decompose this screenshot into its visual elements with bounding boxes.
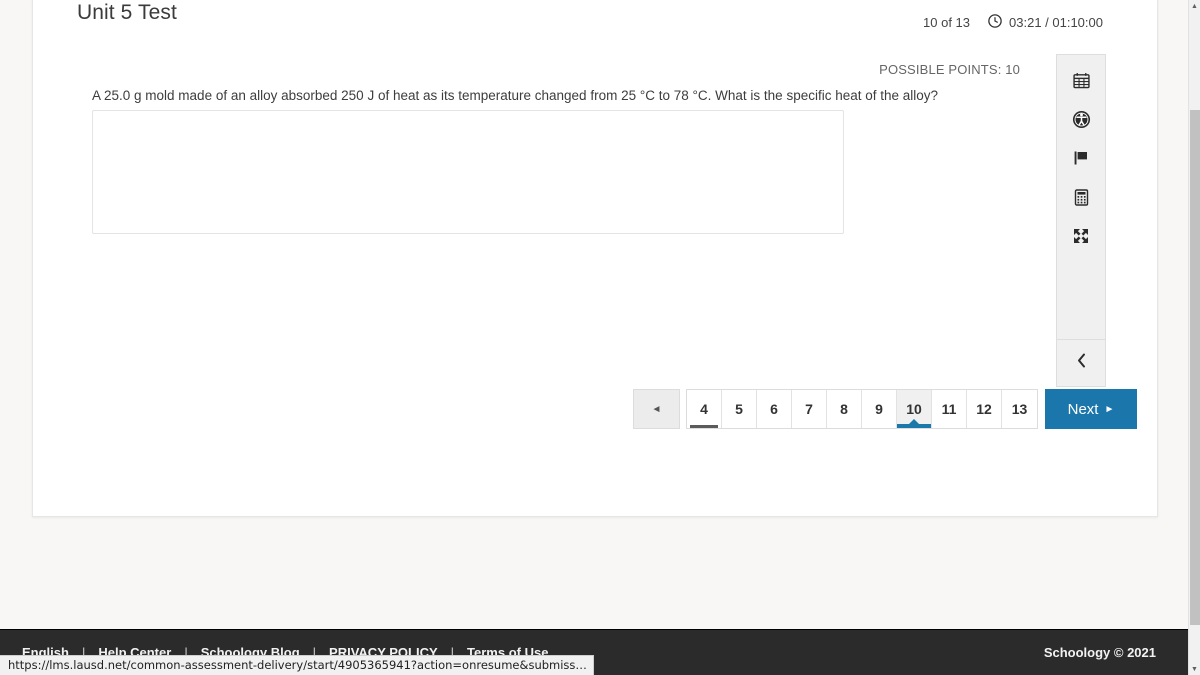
accessibility-icon-button[interactable] <box>1057 102 1105 141</box>
assessment-card: Unit 5 Test 10 of 13 03:21 / 01:10:00 PO… <box>32 0 1158 517</box>
page-number-8[interactable]: 8 <box>827 390 862 428</box>
status-bar-url: https://lms.lausd.net/common-assessment-… <box>0 655 594 675</box>
calculator-icon-button[interactable] <box>1057 180 1105 219</box>
current-page-caret <box>909 419 919 424</box>
calendar-icon <box>1072 72 1090 94</box>
timer-text: 03:21 / 01:10:00 <box>1009 15 1103 30</box>
clock-icon <box>988 14 1002 31</box>
fullscreen-icon-button[interactable] <box>1057 219 1105 258</box>
page-number-4[interactable]: 4 <box>687 390 722 428</box>
page-number-5[interactable]: 5 <box>722 390 757 428</box>
next-button[interactable]: Next ► <box>1045 389 1137 429</box>
page-number-label: 4 <box>700 401 708 417</box>
page-number-label: 13 <box>1011 401 1028 417</box>
page-number-label: 12 <box>976 401 992 417</box>
flag-icon <box>1072 149 1090 172</box>
flag-icon-button[interactable] <box>1057 141 1105 180</box>
page-number-12[interactable]: 12 <box>967 390 1002 428</box>
page-number-11[interactable]: 11 <box>932 390 967 428</box>
scrollbar-up-arrow[interactable]: ▲ <box>1189 0 1200 12</box>
fullscreen-icon <box>1072 227 1090 250</box>
pagination: ◄ 4 5 6 7 8 9 10 11 12 13 Next ► <box>633 389 1137 429</box>
tool-rail-buttons <box>1057 55 1105 339</box>
page-number-label: 10 <box>906 401 922 417</box>
page-number-label: 7 <box>805 401 813 417</box>
scrollbar-down-arrow[interactable]: ▼ <box>1189 663 1200 675</box>
page-number-13[interactable]: 13 <box>1002 390 1037 428</box>
page-number-label: 8 <box>840 401 848 417</box>
page-number-label: 6 <box>770 401 778 417</box>
page-number-list: 4 5 6 7 8 9 10 11 12 13 <box>686 389 1038 429</box>
possible-points: POSSIBLE POINTS: 10 <box>879 62 1020 77</box>
previous-page-button[interactable]: ◄ <box>633 389 680 429</box>
page-number-9[interactable]: 9 <box>862 390 897 428</box>
page-number-label: 9 <box>875 401 883 417</box>
page-number-10[interactable]: 10 <box>897 390 932 428</box>
tool-rail <box>1056 54 1106 387</box>
arrow-right-icon: ► <box>1104 403 1115 415</box>
scrollbar-thumb[interactable] <box>1190 110 1200 625</box>
page-title: Unit 5 Test <box>77 1 177 24</box>
question-text: A 25.0 g mold made of an alloy absorbed … <box>92 88 939 103</box>
header-meta: 10 of 13 03:21 / 01:10:00 <box>923 14 1103 31</box>
page-number-6[interactable]: 6 <box>757 390 792 428</box>
page-number-label: 5 <box>735 401 743 417</box>
question-progress: 10 of 13 <box>923 15 971 30</box>
calculator-icon <box>1074 188 1089 211</box>
footer-copyright: Schoology © 2021 <box>1043 645 1156 660</box>
timer: 03:21 / 01:10:00 <box>988 14 1103 31</box>
next-button-label: Next <box>1067 400 1099 418</box>
accessibility-icon <box>1072 110 1091 134</box>
answer-input[interactable] <box>92 110 844 234</box>
browser-scrollbar[interactable]: ▲ ▼ <box>1188 0 1200 675</box>
calendar-icon-button[interactable] <box>1057 63 1105 102</box>
page-number-label: 11 <box>941 401 957 417</box>
page-number-7[interactable]: 7 <box>792 390 827 428</box>
chevron-left-icon <box>1076 353 1087 373</box>
tool-rail-collapse-button[interactable] <box>1057 340 1105 386</box>
browser-viewport: Unit 5 Test 10 of 13 03:21 / 01:10:00 PO… <box>0 0 1200 675</box>
